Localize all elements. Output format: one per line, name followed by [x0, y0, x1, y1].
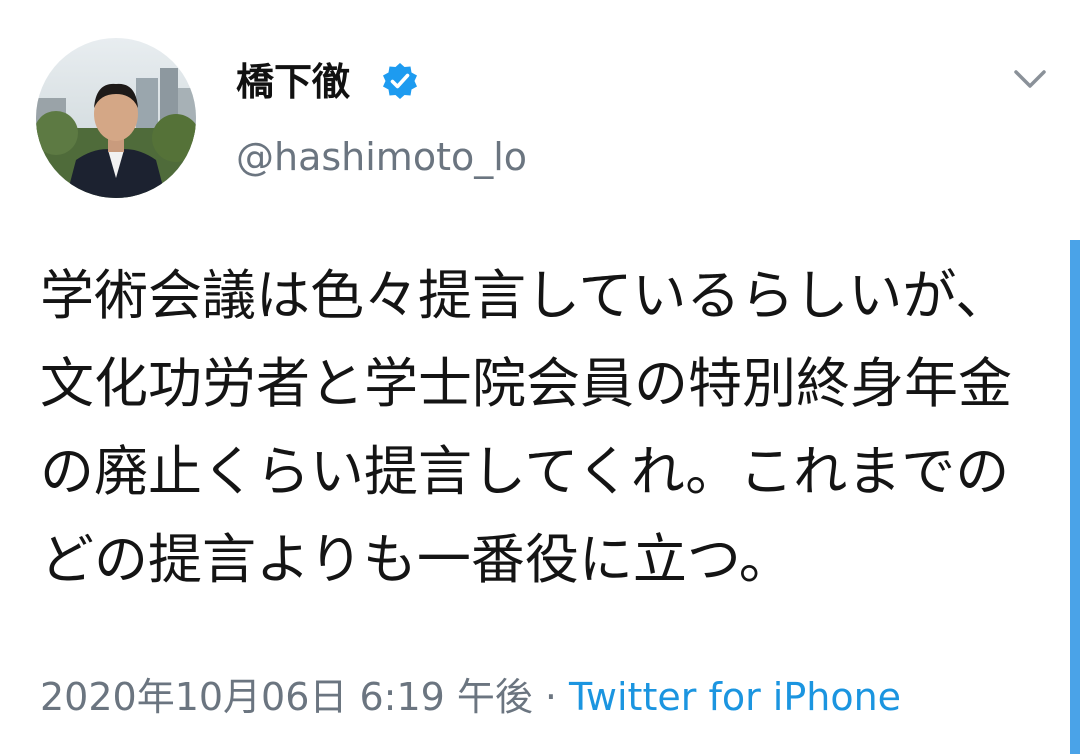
chevron-down-icon[interactable]: [1010, 62, 1050, 96]
tweet-text: 学術会議は色々提言しているらしいが、文化功労者と学士院会員の特別終身年金の廃止く…: [40, 264, 1012, 591]
tweet-meta: 2020年10月06日 6:19 午後 · Twitter for iPhone: [40, 673, 901, 721]
display-name[interactable]: 橋下徹: [236, 58, 350, 106]
avatar[interactable]: [36, 38, 196, 198]
user-handle[interactable]: @hashimoto_lo: [236, 133, 527, 181]
avatar-image: [36, 38, 196, 198]
tweet-card: 橋下徹 @hashimoto_lo 学術会議は色々提言しているらしいが、文化功労…: [0, 0, 1080, 754]
verified-badge-icon: [383, 63, 417, 99]
tweet-timestamp[interactable]: 2020年10月06日 6:19 午後: [40, 675, 533, 719]
meta-separator: ·: [544, 675, 557, 719]
tweet-source-link[interactable]: Twitter for iPhone: [569, 675, 901, 719]
scrollbar[interactable]: [1070, 240, 1080, 754]
